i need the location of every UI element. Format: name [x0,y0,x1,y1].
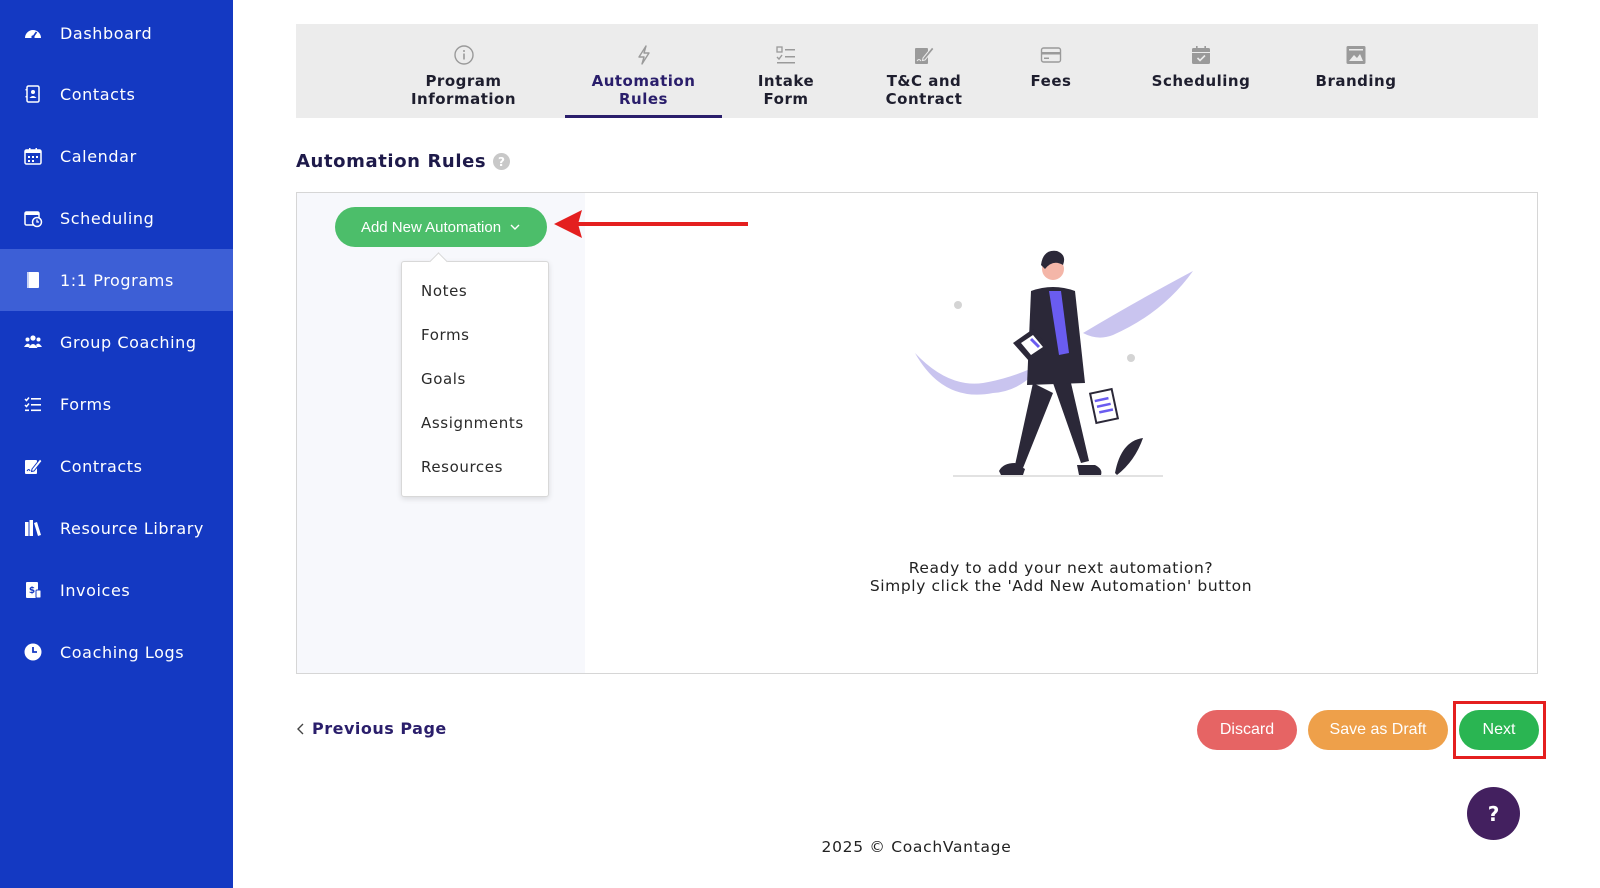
image-icon [1345,44,1367,66]
contacts-book-icon [22,83,44,105]
sidebar-item-forms[interactable]: Forms [0,373,233,435]
sidebar-item-resource-library[interactable]: Resource Library [0,497,233,559]
empty-state-illustration [915,250,1193,477]
tab-label: Fees [1030,72,1072,90]
clock-icon [22,641,44,663]
annotation-arrow-icon [554,210,748,238]
sidebar-item-label: Scheduling [60,208,155,228]
library-icon [22,517,44,539]
automation-rules-heading: Automation Rules [296,151,487,172]
sidebar-item-label: Coaching Logs [60,642,185,662]
add-new-automation-label: Add New Automation [360,218,502,236]
save-as-draft-button[interactable]: Save as Draft [1308,710,1448,750]
chevron-left-icon [297,723,304,734]
help-icon[interactable]: ? [493,153,511,170]
sidebar-item-label: Contacts [60,84,136,104]
sidebar-item-dashboard[interactable]: Dashboard [0,2,233,64]
tab-scheduling[interactable]: Scheduling [1141,24,1261,118]
help-button[interactable]: ? [1467,787,1520,840]
tab-label: Branding [1315,72,1397,90]
checklist-icon [775,44,797,66]
checklist-icon [22,393,44,415]
info-icon [453,44,475,66]
invoice-icon: $ [22,579,44,601]
tab-label: Program Information [410,72,517,108]
sidebar-item-contacts[interactable]: Contacts [0,63,233,125]
tab-intake-form[interactable]: Intake Form [746,24,826,118]
calendar-clock-icon [22,207,44,229]
credit-card-icon [1040,44,1062,66]
dropdown-item-forms[interactable]: Forms [421,326,470,344]
sidebar-item-contracts[interactable]: Contracts [0,435,233,497]
discard-button[interactable]: Discard [1197,710,1297,750]
tab-label: T&C and Contract [885,72,963,108]
dashboard-gauge-icon [22,22,44,44]
dropdown-item-resources[interactable]: Resources [421,458,503,476]
svg-text:$: $ [29,586,35,596]
automation-panel: Add New Automation Notes Forms Goals Ass… [296,192,1538,674]
tab-label: Scheduling [1151,72,1251,90]
tab-branding[interactable]: Branding [1306,24,1406,118]
active-tab-indicator [565,115,722,118]
tab-tc-contract[interactable]: T&C and Contract [874,24,974,118]
sidebar-item-invoices[interactable]: $ Invoices [0,559,233,621]
bolt-icon [633,44,655,66]
sidebar-item-coaching-logs[interactable]: Coaching Logs [0,621,233,683]
previous-page-label: Previous Page [312,719,447,738]
add-new-automation-button[interactable]: Add New Automation [335,207,547,247]
sidebar-item-programs[interactable]: 1:1 Programs [0,249,233,311]
sidebar-item-label: Group Coaching [60,332,197,352]
sidebar-item-label: 1:1 Programs [60,270,174,290]
previous-page-link[interactable]: Previous Page [296,719,447,738]
sidebar-item-calendar[interactable]: Calendar [0,125,233,187]
sidebar-item-label: Resource Library [60,518,205,538]
empty-state-message: Ready to add your next automation? Simpl… [585,559,1537,595]
sidebar-item-scheduling[interactable]: Scheduling [0,187,233,249]
section-title: Automation Rules ? [296,151,511,172]
next-button-highlight [1453,701,1546,759]
dropdown-item-assignments[interactable]: Assignments [421,414,524,432]
users-group-icon [22,331,44,353]
sidebar: Dashboard Contacts Calendar Scheduling 1… [0,0,233,888]
book-icon [22,269,44,291]
tab-label: Intake Form [757,72,815,108]
empty-state-line1: Ready to add your next automation? [908,559,1214,577]
tab-fees[interactable]: Fees [1021,24,1081,118]
empty-state-line2: Simply click the 'Add New Automation' bu… [869,577,1253,595]
calendar-icon [22,145,44,167]
signature-icon [913,44,935,66]
tab-program-information[interactable]: Program Information [406,24,521,118]
dropdown-item-notes[interactable]: Notes [421,282,467,300]
sidebar-item-label: Dashboard [60,23,153,43]
tab-automation-rules[interactable]: Automation Rules [565,24,722,118]
dropdown-item-goals[interactable]: Goals [421,370,466,388]
sidebar-item-label: Calendar [60,146,137,166]
signature-icon [22,455,44,477]
program-steps-tabbar: Program Information Automation Rules Int… [296,24,1538,118]
sidebar-item-label: Contracts [60,456,143,476]
chevron-down-icon [510,224,520,230]
sidebar-item-group-coaching[interactable]: Group Coaching [0,311,233,373]
sidebar-item-label: Forms [60,394,112,414]
footer-copyright: 2025 © CoachVantage [821,838,1012,856]
sidebar-item-label: Invoices [60,580,131,600]
calendar-check-icon [1190,44,1212,66]
automation-type-dropdown: Notes Forms Goals Assignments Resources [401,261,549,497]
tab-label: Automation Rules [591,72,696,108]
